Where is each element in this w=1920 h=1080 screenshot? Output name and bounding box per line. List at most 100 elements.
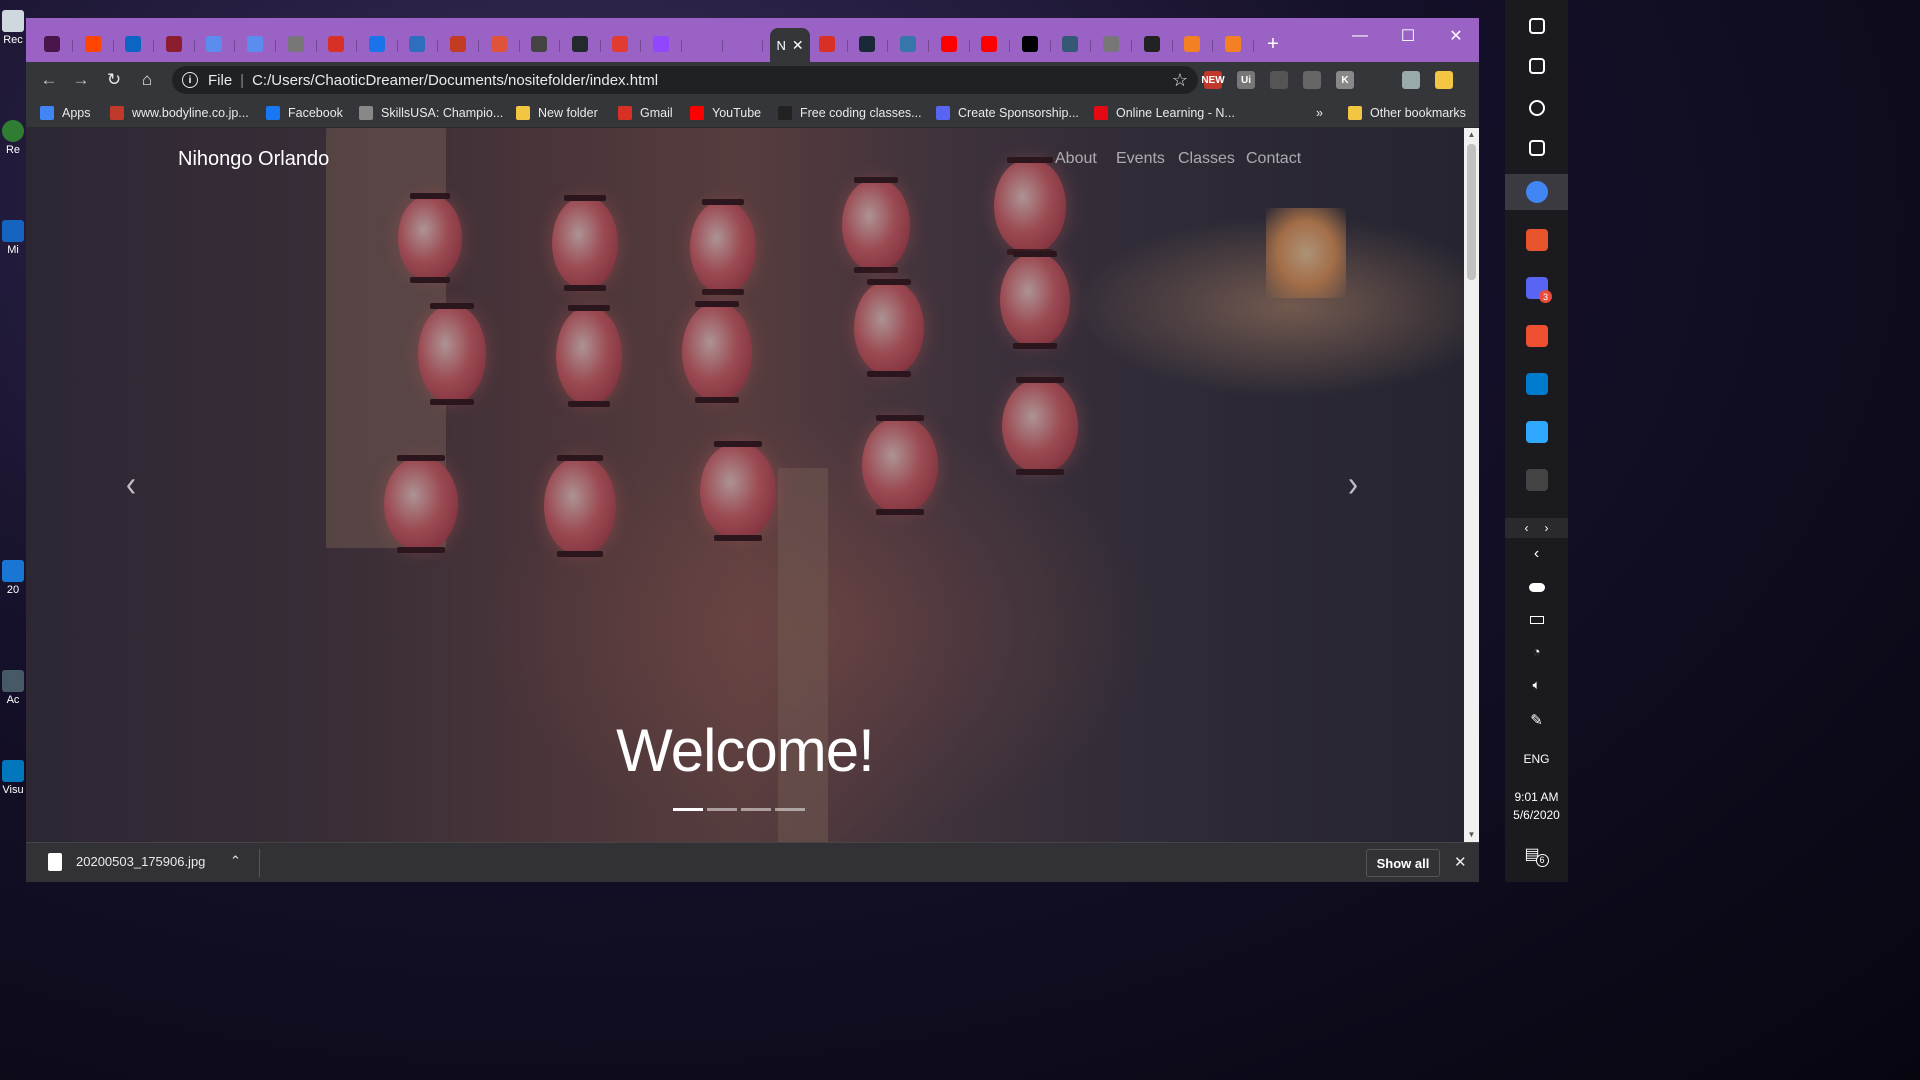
battery-icon[interactable] (1505, 610, 1568, 630)
onedrive-icon[interactable] (1505, 576, 1568, 598)
tab-2[interactable] (75, 32, 111, 56)
nav-link-contact[interactable]: Contact (1246, 150, 1301, 168)
tray-expand-icon[interactable]: ‹ (1505, 542, 1568, 566)
tab-20[interactable] (849, 32, 885, 56)
bookmark-patreon[interactable]: Create Sponsorship... (936, 104, 1079, 122)
ui-icon[interactable]: Ui (1237, 71, 1255, 89)
clock-time[interactable]: 9:01 AM (1505, 788, 1568, 806)
carousel-indicator[interactable] (741, 808, 771, 811)
minimize-button[interactable]: — (1340, 24, 1380, 48)
carousel-prev-button[interactable]: ‹ (126, 465, 136, 506)
page-scrollbar[interactable]: ▲ ▼ (1464, 128, 1479, 842)
taskbar-windows[interactable] (1505, 8, 1568, 44)
taskbar-vscode[interactable] (1505, 366, 1568, 402)
avatar-icon[interactable] (1402, 71, 1420, 89)
close-window-button[interactable]: ✕ (1436, 24, 1476, 48)
download-filename[interactable]: 20200503_175906.jpg (76, 854, 205, 869)
chevron-left-icon[interactable]: ‹ (1525, 521, 1529, 535)
circle-icon[interactable] (1270, 71, 1288, 89)
clock-date[interactable]: 5/6/2020 (1505, 806, 1568, 824)
tab-active[interactable]: N ✕ (770, 28, 810, 62)
pen-icon[interactable]: ✎ (1505, 708, 1568, 732)
playlist-icon[interactable] (1369, 71, 1387, 89)
tab-5[interactable] (196, 32, 232, 56)
tab-28[interactable] (1174, 32, 1210, 56)
maximize-button[interactable]: ☐ (1388, 24, 1428, 48)
taskbar-task-view[interactable] (1505, 130, 1568, 166)
record-icon[interactable] (1303, 71, 1321, 89)
tab-15[interactable] (602, 32, 638, 56)
address-url[interactable]: C:/Users/ChaoticDreamer/Documents/nosite… (252, 72, 658, 89)
info-icon[interactable]: i (182, 72, 198, 88)
taskbar-terminal[interactable] (1505, 462, 1568, 498)
tab-1[interactable] (34, 32, 70, 56)
tab-24[interactable] (1012, 32, 1048, 56)
bookmark-youtube[interactable]: YouTube (690, 104, 761, 122)
reload-button[interactable]: ↻ (103, 69, 125, 91)
taskbar-git[interactable] (1505, 318, 1568, 354)
k-icon[interactable]: K (1336, 71, 1354, 89)
desktop-icon-ac[interactable]: Ac (0, 670, 26, 706)
address-bar[interactable]: i File | C:/Users/ChaoticDreamer/Documen… (172, 66, 1198, 94)
scroll-down-icon[interactable]: ▼ (1464, 828, 1479, 842)
bookmark-gmail[interactable]: Gmail (618, 104, 673, 122)
bookmark-apps[interactable]: Apps (40, 104, 91, 122)
scrollbar-thumb[interactable] (1467, 144, 1476, 280)
tab-17[interactable] (684, 32, 720, 56)
tab-3[interactable] (115, 32, 151, 56)
bookmark-star-icon[interactable]: ☆ (1172, 70, 1188, 91)
wifi-icon[interactable]: ◔ (1505, 640, 1568, 662)
new-badge-icon[interactable]: NEW (1201, 71, 1225, 89)
desktop-icon-20[interactable]: 20 (0, 560, 26, 596)
bookmark-bi[interactable]: Free coding classes... (778, 104, 922, 122)
desktop-icon-re[interactable]: Re (0, 120, 26, 156)
tab-22[interactable] (931, 32, 967, 56)
close-tab-icon[interactable]: ✕ (792, 37, 804, 54)
carousel-indicator[interactable] (775, 808, 805, 811)
forward-button[interactable]: → (70, 69, 92, 91)
tab-6[interactable] (237, 32, 273, 56)
language-indicator[interactable]: ENG (1505, 748, 1568, 770)
tab-9[interactable] (359, 32, 395, 56)
tab-16[interactable] (643, 32, 679, 56)
taskbar-chrome[interactable] (1505, 174, 1568, 210)
bookmark-facebook[interactable]: Facebook (266, 104, 343, 122)
nav-link-about[interactable]: About (1055, 150, 1097, 168)
carousel-indicator[interactable] (707, 808, 737, 811)
tab-19[interactable] (809, 32, 845, 56)
tab-29[interactable] (1215, 32, 1251, 56)
desktop-icon-recycle[interactable]: Rec (0, 10, 26, 46)
nav-link-events[interactable]: Events (1116, 150, 1165, 168)
tab-26[interactable] (1093, 32, 1129, 56)
bookmarks-overflow-button[interactable]: » (1316, 104, 1323, 122)
bookmark-skillsusa[interactable]: SkillsUSA: Champio... (359, 104, 503, 122)
tab-12[interactable] (481, 32, 517, 56)
taskbar-speaker-app[interactable] (1505, 222, 1568, 258)
chevron-right-icon[interactable]: › (1545, 521, 1549, 535)
bookmark-bodyline[interactable]: www.bodyline.co.jp... (110, 104, 249, 122)
taskbar-photoshop[interactable] (1505, 414, 1568, 450)
bookmark-netflix[interactable]: Online Learning - N... (1094, 104, 1235, 122)
coin-icon[interactable] (1435, 71, 1453, 89)
new-tab-button[interactable]: + (1256, 32, 1290, 56)
tab-21[interactable] (890, 32, 926, 56)
other-bookmarks[interactable]: Other bookmarks (1348, 104, 1466, 122)
tab-25[interactable] (1052, 32, 1088, 56)
volume-muted-icon[interactable]: 🔈︎ (1505, 674, 1568, 696)
desktop-icon-mi[interactable]: Mi (0, 220, 26, 256)
scroll-up-icon[interactable]: ▲ (1464, 128, 1479, 142)
desktop-icon-visu[interactable]: Visu (0, 760, 26, 796)
tab-13[interactable] (521, 32, 557, 56)
carousel-next-button[interactable]: › (1348, 465, 1358, 506)
tab-10[interactable] (399, 32, 435, 56)
nav-link-classes[interactable]: Classes (1178, 150, 1235, 168)
carousel-indicator[interactable] (673, 808, 703, 811)
tab-11[interactable] (440, 32, 476, 56)
chevron-up-icon[interactable]: ⌃ (230, 853, 241, 869)
taskbar-discord[interactable]: 3 (1505, 270, 1568, 306)
tab-8[interactable] (318, 32, 354, 56)
taskbar-search[interactable] (1505, 48, 1568, 84)
action-center-button[interactable]: ▤ 6 (1505, 840, 1568, 868)
back-button[interactable]: ← (38, 69, 60, 91)
bookmark-folder[interactable]: New folder (516, 104, 598, 122)
